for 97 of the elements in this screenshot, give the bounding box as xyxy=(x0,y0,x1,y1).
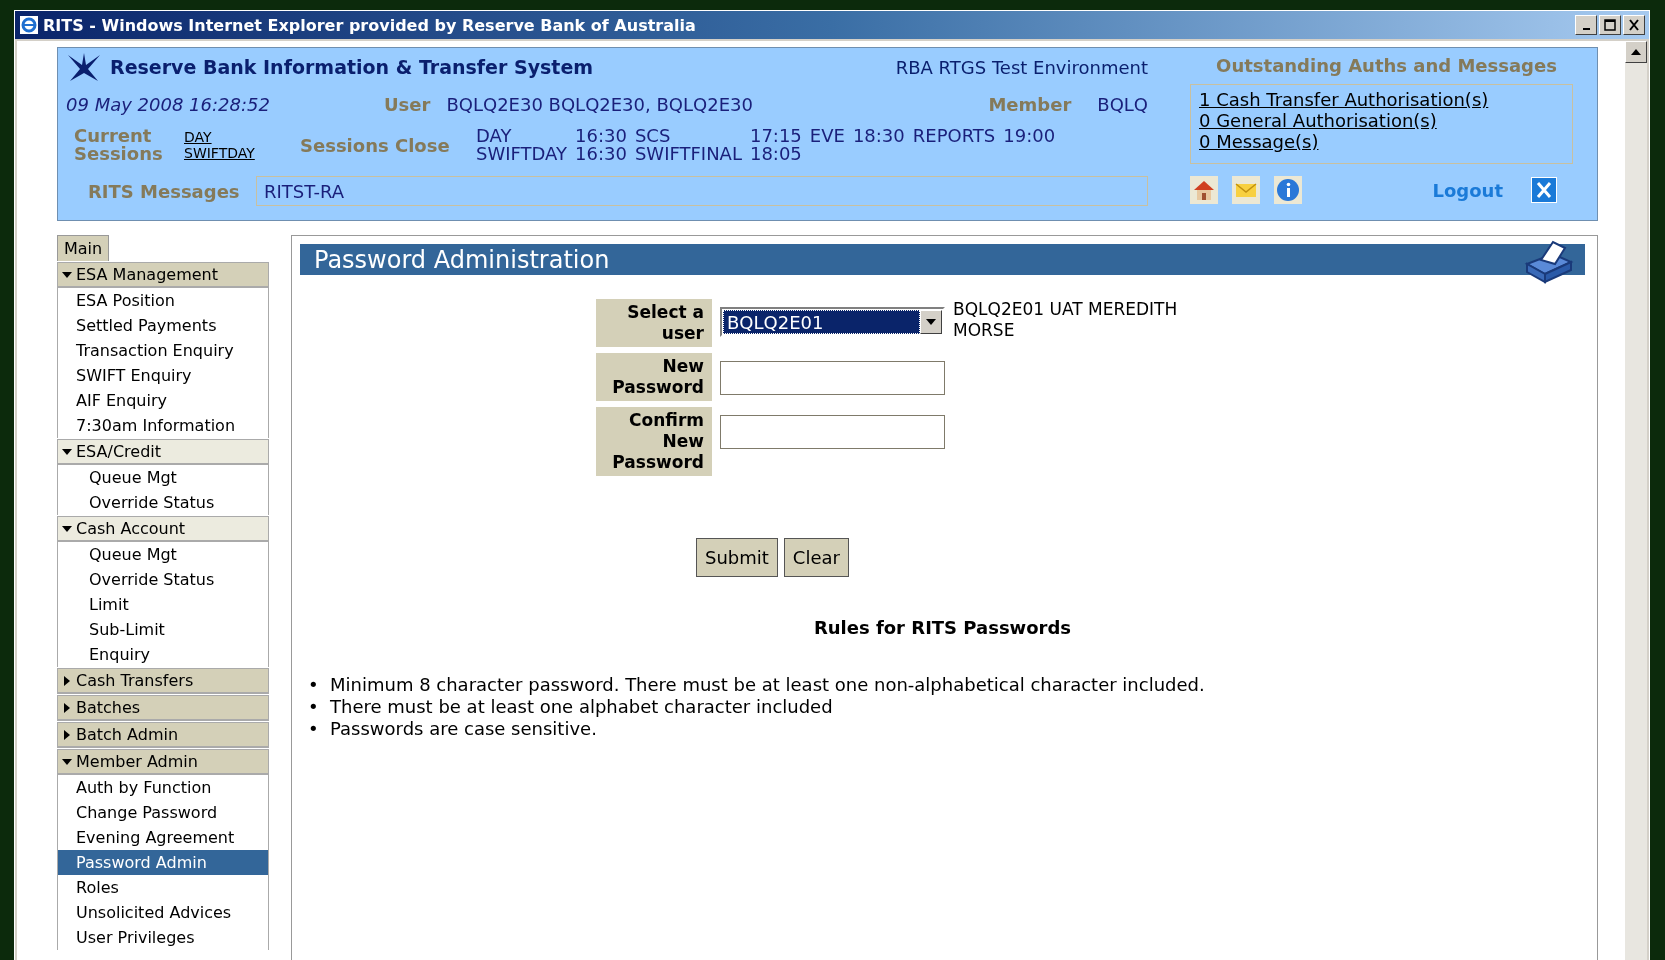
outstanding-link[interactable]: 0 Message(s) xyxy=(1199,131,1564,152)
session-time: 16:30 xyxy=(575,127,627,145)
rule-text: Passwords are case sensitive. xyxy=(330,718,597,740)
menu-item[interactable]: 7:30am Information xyxy=(58,413,268,438)
close-icon[interactable] xyxy=(1531,177,1557,203)
home-icon[interactable] xyxy=(1190,176,1218,204)
menu-item[interactable]: Evening Agreement xyxy=(58,825,268,850)
menu-group-header[interactable]: Cash Transfers xyxy=(57,668,269,694)
menu-group-header[interactable]: Member Admin xyxy=(57,749,269,775)
menu-item[interactable]: Auth by Function xyxy=(58,775,268,800)
caret-down-icon xyxy=(62,269,72,280)
menu-item[interactable]: Transaction Enquiry xyxy=(58,338,268,363)
menu-item[interactable]: Unsolicited Advices xyxy=(58,900,268,925)
session-name: EVE xyxy=(809,127,845,145)
session-name: SWIFTFINAL xyxy=(634,145,742,163)
session-link[interactable]: DAY xyxy=(184,129,296,145)
rule-text: There must be at least one alphabet character included xyxy=(330,696,833,718)
scrollbar[interactable] xyxy=(1625,41,1647,960)
user-label: User xyxy=(384,93,431,115)
session-time: 17:15 xyxy=(749,127,802,145)
messages-label: RITS Messages xyxy=(88,180,241,202)
menu-group-header[interactable]: Cash Account xyxy=(57,516,269,542)
environment-label: RBA RTGS Test Environment xyxy=(895,56,1148,78)
caret-right-icon xyxy=(62,729,72,740)
field-label: New Password xyxy=(596,353,712,401)
scroll-up-button[interactable] xyxy=(1625,41,1647,63)
bullet: • xyxy=(308,696,320,718)
caret-right-icon xyxy=(62,675,72,686)
menu-item[interactable]: AIF Enquiry xyxy=(58,388,268,413)
session-time: 19:00 xyxy=(1003,127,1056,145)
system-name: Reserve Bank Information & Transfer System xyxy=(110,56,594,78)
caret-up-icon xyxy=(1631,49,1641,55)
form-button[interactable]: Submit xyxy=(696,538,778,577)
sessions-close-label: Sessions Close xyxy=(300,134,451,156)
menu-item[interactable]: Change Password xyxy=(58,800,268,825)
main-tab[interactable]: Main xyxy=(57,235,110,261)
menu-item[interactable]: Sub-Limit xyxy=(58,617,268,642)
date-time: 09 May 2008 16:28:52 xyxy=(65,93,271,115)
current-sessions-label: Current Sessions xyxy=(74,127,164,163)
info-icon[interactable] xyxy=(1274,176,1302,204)
menu-group-header[interactable]: ESA Management xyxy=(57,262,269,288)
session-name: DAY xyxy=(476,127,513,145)
rule-text: Minimum 8 character password. There must be at least one non-alphabetical character included. xyxy=(330,674,1205,696)
caret-right-icon xyxy=(62,702,72,713)
caret-down-icon xyxy=(62,446,72,457)
menu-item[interactable]: Override Status xyxy=(58,567,268,592)
password-field[interactable] xyxy=(720,361,945,395)
menu-item[interactable]: User Privileges xyxy=(58,925,268,950)
menu-item[interactable]: Enquiry xyxy=(58,642,268,667)
menu-item[interactable]: Queue Mgt xyxy=(58,465,268,490)
session-link[interactable]: SWIFTDAY xyxy=(184,145,296,161)
user-value: BQLQ2E30 BQLQ2E30, BQLQ2E30 xyxy=(446,93,753,115)
minimize-icon xyxy=(1582,28,1590,30)
field-label: Confirm New Password xyxy=(596,407,712,476)
user-description: BQLQ2E01 UAT MEREDITH MORSE xyxy=(953,299,1179,341)
printer-icon[interactable] xyxy=(1523,240,1575,284)
field-label: Select a user xyxy=(596,299,712,347)
member-label: Member xyxy=(988,93,1072,115)
session-time: 16:30 xyxy=(575,145,627,163)
menu-item[interactable]: Roles xyxy=(58,875,268,900)
maximize-button[interactable] xyxy=(1599,15,1621,35)
close-icon xyxy=(1627,19,1641,31)
member-value: BQLQ xyxy=(1097,93,1148,115)
bullet: • xyxy=(308,718,320,740)
panel-title: Password Administration xyxy=(314,245,610,274)
outstanding-heading: Outstanding Auths and Messages xyxy=(1215,54,1558,78)
menu-item[interactable]: Settled Payments xyxy=(58,313,268,338)
menu-item[interactable]: ESA Position xyxy=(58,288,268,313)
bullet: • xyxy=(308,674,320,696)
menu-item[interactable]: Queue Mgt xyxy=(58,542,268,567)
session-time: 18:05 xyxy=(749,145,802,163)
session-name: SCS xyxy=(634,127,672,145)
user-select[interactable]: BQLQ2E01 xyxy=(720,307,945,337)
maximize-icon xyxy=(1603,19,1617,31)
form-button[interactable]: Clear xyxy=(783,538,849,577)
minimize-button[interactable] xyxy=(1575,15,1597,35)
session-time: 18:30 xyxy=(852,127,905,145)
messages-field: RITST-RA xyxy=(256,176,1148,206)
caret-down-icon xyxy=(62,523,72,534)
menu-item[interactable]: Override Status xyxy=(58,490,268,515)
menu-item[interactable]: Limit xyxy=(58,592,268,617)
close-button[interactable] xyxy=(1623,15,1645,35)
password-field[interactable] xyxy=(720,415,945,449)
session-name: REPORTS xyxy=(912,127,996,145)
menu-group-header[interactable]: Batches xyxy=(57,695,269,721)
rules-heading: Rules for RITS Passwords xyxy=(812,617,1073,638)
caret-down-icon xyxy=(62,756,72,767)
window-title: RITS - Windows Internet Explorer provided by Reserve Bank of Australia xyxy=(43,15,696,35)
menu-item[interactable]: SWIFT Enquiry xyxy=(58,363,268,388)
outstanding-link[interactable]: 0 General Authorisation(s) xyxy=(1199,110,1564,131)
menu-group-header[interactable]: Batch Admin xyxy=(57,722,269,748)
caret-down-icon xyxy=(926,319,936,325)
menu-group-header[interactable]: ESA/Credit xyxy=(57,439,269,465)
browser-icon xyxy=(19,15,39,35)
menu-item[interactable]: Password Admin xyxy=(58,850,268,875)
outstanding-link[interactable]: 1 Cash Transfer Authorisation(s) xyxy=(1199,89,1564,110)
session-name: SWIFTDAY xyxy=(476,145,568,163)
